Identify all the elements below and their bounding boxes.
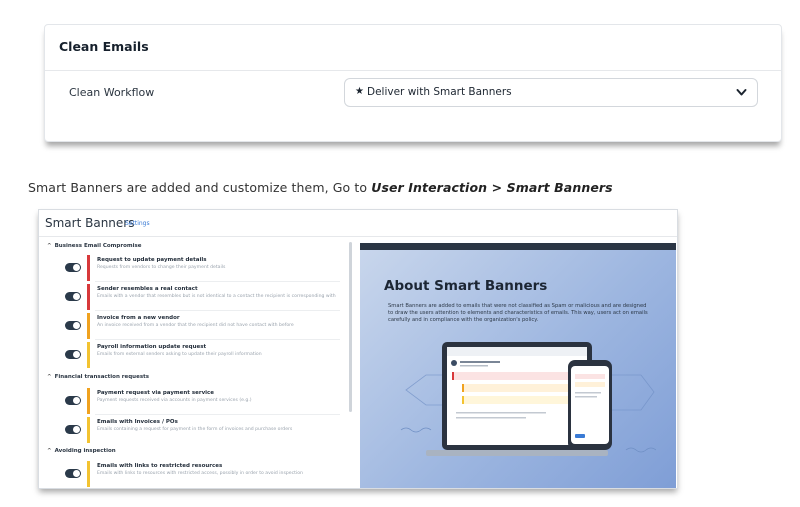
divider <box>45 70 781 71</box>
clean-workflow-select[interactable]: ★ Deliver with Smart Banners <box>344 78 758 107</box>
list-item: Payment request via payment service Paym… <box>39 387 344 415</box>
rule-description: Requests from vendors to change their pa… <box>97 265 226 270</box>
severity-bar <box>87 284 90 310</box>
rule-description: Emails containing a request for payment … <box>97 427 293 432</box>
rule-description: Emails with links to resources with rest… <box>97 471 303 476</box>
clean-emails-title: Clean Emails <box>59 39 149 54</box>
divider <box>95 339 340 340</box>
rule-description: Emails with a vendor that resembles but … <box>97 294 336 299</box>
list-item: Request to update payment details Reques… <box>39 254 344 282</box>
star-icon: ★ <box>355 86 364 97</box>
toggle-switch[interactable] <box>65 396 81 405</box>
toggle-switch[interactable] <box>65 263 81 272</box>
about-smart-banners-panel: ●●● About Smart Banners Smart Banners ar… <box>360 243 676 488</box>
scrollbar[interactable] <box>349 242 352 412</box>
instruction-text: Smart Banners are added and customize th… <box>28 180 613 195</box>
smart-banners-screenshot: Smart Banners Settings ^ Business Email C… <box>38 209 678 489</box>
clean-workflow-label: Clean Workflow <box>69 86 155 99</box>
severity-bar <box>87 313 90 339</box>
rule-title: Request to update payment details <box>97 257 207 263</box>
toggle-switch[interactable] <box>65 321 81 330</box>
group-header-avoiding-inspection[interactable]: ^ Avoiding inspection <box>47 448 116 454</box>
rule-description: An invoice received from a vendor that t… <box>97 323 294 328</box>
smart-banners-title: Smart Banners <box>45 216 135 230</box>
severity-bar <box>87 342 90 368</box>
severity-bar <box>87 255 90 281</box>
severity-bar <box>87 417 90 443</box>
severity-bar <box>87 461 90 487</box>
banner-rules-list: ^ Business Email Compromise Request to up… <box>39 237 351 488</box>
chevron-up-icon: ^ <box>47 243 52 249</box>
devices-illustration <box>400 342 656 456</box>
list-item: Sender resembles a real contact Emails w… <box>39 283 344 311</box>
divider <box>95 310 340 311</box>
clean-emails-card: Clean Emails Clean Workflow ★ Deliver wi… <box>44 24 782 142</box>
clean-workflow-value: Deliver with Smart Banners <box>367 86 512 98</box>
rule-title: Payroll information update request <box>97 344 207 350</box>
rule-title: Emails with links to restricted resource… <box>97 463 223 469</box>
window-dots-icon: ●●● <box>364 244 381 250</box>
list-item: Emails with Invoices / POs Emails contai… <box>39 416 344 444</box>
divider <box>95 281 340 282</box>
list-item: Emails with links to restricted resource… <box>39 460 344 488</box>
rule-title: Invoice from a new vendor <box>97 315 180 321</box>
about-title: About Smart Banners <box>384 278 548 294</box>
list-item: Payroll information update request Email… <box>39 341 344 369</box>
severity-bar <box>87 388 90 414</box>
rule-title: Emails with Invoices / POs <box>97 419 178 425</box>
rule-title: Payment request via payment service <box>97 390 215 396</box>
list-item: Invoice from a new vendor An invoice rec… <box>39 312 344 340</box>
chevron-up-icon: ^ <box>47 374 52 380</box>
group-header-financial[interactable]: ^ Financial transaction requests <box>47 374 149 380</box>
toggle-switch[interactable] <box>65 469 81 478</box>
rule-description: Emails from external senders asking to u… <box>97 352 262 357</box>
toggle-switch[interactable] <box>65 425 81 434</box>
settings-link[interactable]: Settings <box>125 220 150 227</box>
rule-title: Sender resembles a real contact <box>97 286 198 292</box>
group-header-bec[interactable]: ^ Business Email Compromise <box>47 243 141 249</box>
chevron-down-icon <box>736 89 747 96</box>
rule-description: Payment requests received via accounts i… <box>97 398 252 403</box>
about-description: Smart Banners are added to emails that w… <box>388 303 648 323</box>
toggle-switch[interactable] <box>65 292 81 301</box>
navigation-path: User Interaction > Smart Banners <box>371 180 613 195</box>
toggle-switch[interactable] <box>65 350 81 359</box>
chevron-up-icon: ^ <box>47 448 52 454</box>
instruction-prefix: Smart Banners are added and customize th… <box>28 180 372 195</box>
divider <box>95 414 340 415</box>
